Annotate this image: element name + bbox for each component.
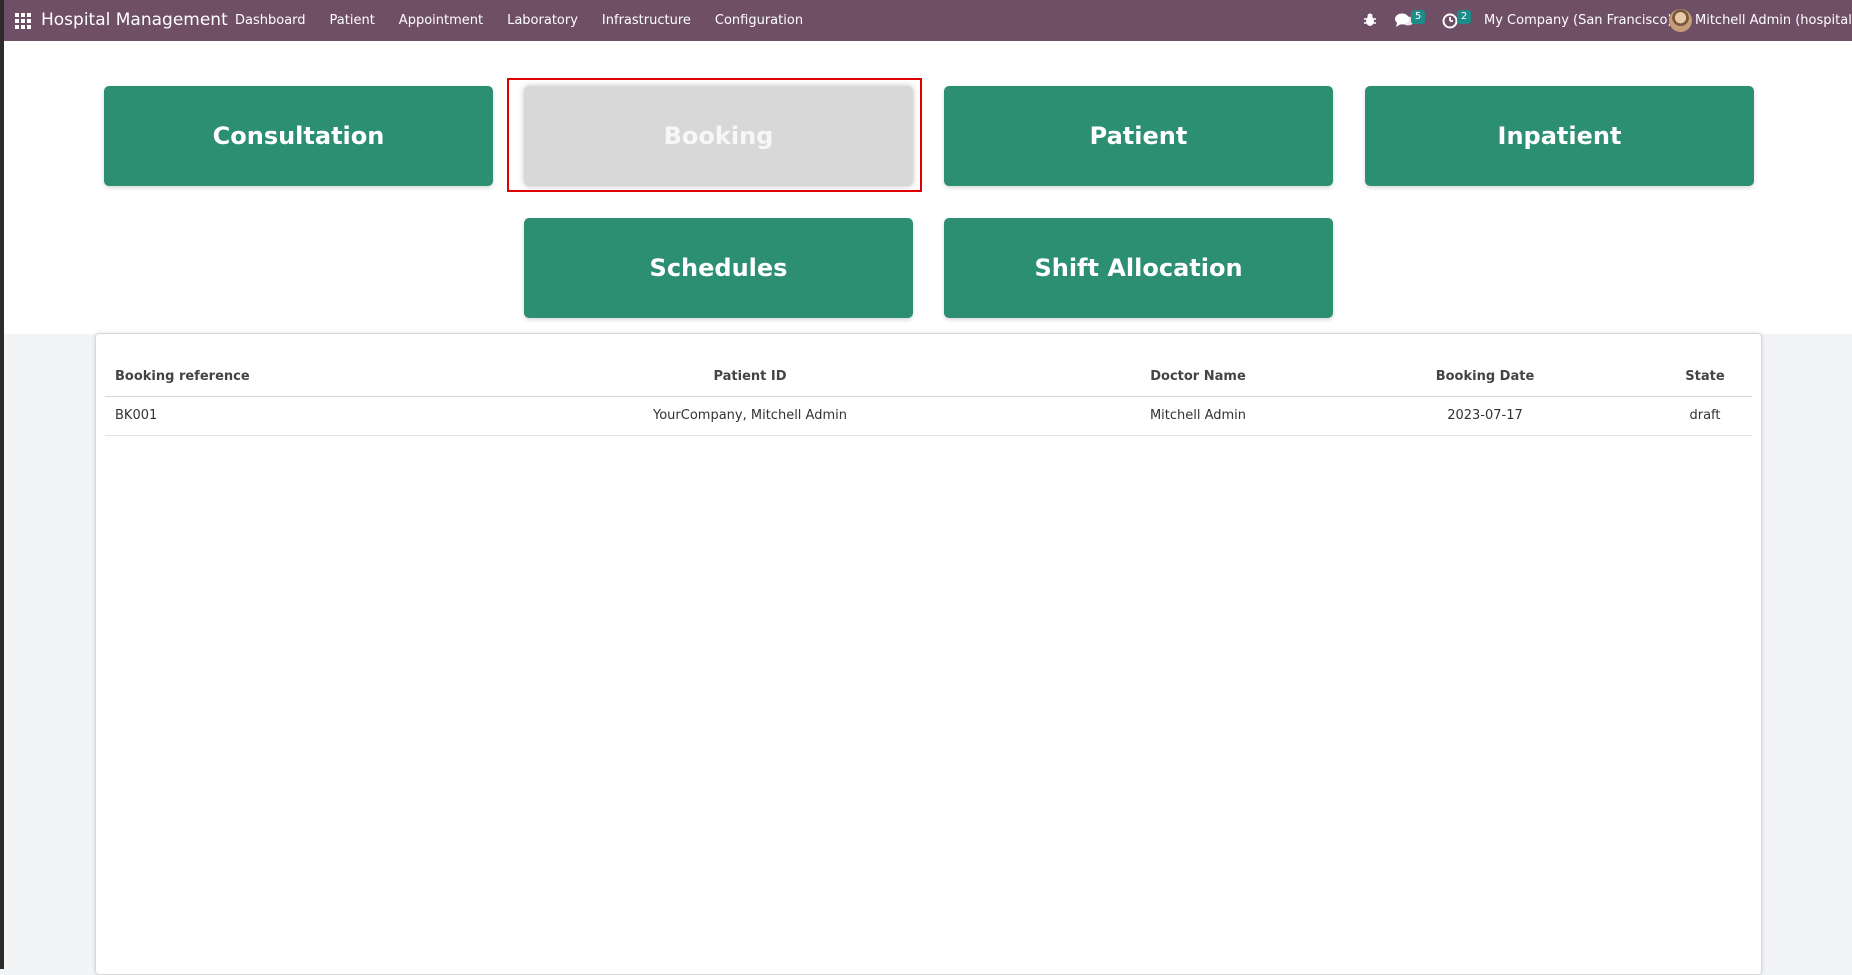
tile-patient[interactable]: Patient: [944, 86, 1333, 186]
user-menu[interactable]: Mitchell Admin (hospital): [1695, 13, 1852, 28]
bug-icon[interactable]: [1361, 11, 1379, 29]
menu-item-appointment[interactable]: Appointment: [399, 13, 483, 28]
dashboard-tiles: Consultation Booking Patient Inpatient S…: [4, 41, 1852, 334]
tile-inpatient[interactable]: Inpatient: [1365, 86, 1754, 186]
cell-patient-id: YourCompany, Mitchell Admin: [653, 408, 847, 423]
messages-count-badge: 5: [1411, 10, 1425, 24]
column-header-booking-date[interactable]: Booking Date: [1405, 358, 1565, 396]
cell-doctor-name: Mitchell Admin: [1149, 408, 1247, 423]
column-header-state[interactable]: State: [1660, 358, 1750, 396]
column-header-booking-reference[interactable]: Booking reference: [115, 358, 250, 396]
column-header-doctor-name[interactable]: Doctor Name: [1118, 358, 1278, 396]
cell-state: draft: [1689, 408, 1721, 423]
apps-grid-icon[interactable]: [15, 13, 31, 29]
menu-item-patient[interactable]: Patient: [330, 13, 375, 28]
tile-consultation[interactable]: Consultation: [104, 86, 493, 186]
table-header: Booking reference Patient ID Doctor Name…: [105, 358, 1752, 397]
avatar[interactable]: [1669, 9, 1692, 32]
menu-item-infrastructure[interactable]: Infrastructure: [602, 13, 691, 28]
top-navbar: Hospital Management Dashboard Patient Ap…: [4, 0, 1852, 41]
booking-list-panel: Booking reference Patient ID Doctor Name…: [95, 333, 1762, 975]
tile-shift-allocation[interactable]: Shift Allocation: [944, 218, 1333, 318]
selection-highlight: [507, 78, 922, 192]
app-title[interactable]: Hospital Management: [41, 10, 228, 30]
activities-count-badge: 2: [1457, 10, 1471, 24]
main-menu: Dashboard Patient Appointment Laboratory…: [235, 0, 803, 41]
tile-schedules[interactable]: Schedules: [524, 218, 913, 318]
company-switcher[interactable]: My Company (San Francisco): [1484, 13, 1672, 28]
menu-item-configuration[interactable]: Configuration: [715, 13, 803, 28]
cell-booking-reference: BK001: [115, 408, 158, 423]
menu-item-dashboard[interactable]: Dashboard: [235, 13, 306, 28]
menu-item-laboratory[interactable]: Laboratory: [507, 13, 578, 28]
column-header-patient-id[interactable]: Patient ID: [630, 358, 870, 396]
cell-booking-date: 2023-07-17: [1447, 408, 1523, 423]
table-row[interactable]: BK001 YourCompany, Mitchell Admin Mitche…: [105, 397, 1752, 436]
